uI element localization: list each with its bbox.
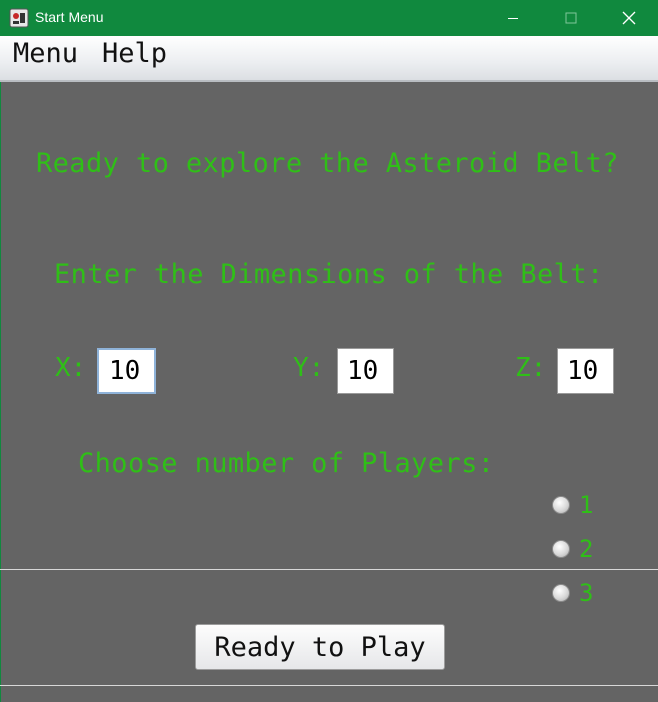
close-button[interactable] <box>600 0 658 36</box>
y-dimension-input[interactable] <box>337 348 394 394</box>
window-title: Start Menu <box>35 9 104 25</box>
y-label: Y: <box>293 353 325 383</box>
player-option-1[interactable]: 1 <box>552 490 593 520</box>
radio-button[interactable] <box>552 540 570 558</box>
menu-bar: Menu Help <box>0 36 658 82</box>
dimensions-prompt: Enter the Dimensions of the Belt: <box>54 259 604 290</box>
radio-label: 2 <box>579 535 594 563</box>
ready-to-play-button[interactable]: Ready to Play <box>195 624 445 670</box>
maximize-icon <box>565 12 577 24</box>
headline: Ready to explore the Asteroid Belt? <box>36 148 619 179</box>
divider <box>0 569 658 570</box>
z-label: Z: <box>515 353 547 383</box>
radio-button[interactable] <box>552 496 570 514</box>
z-dimension-input[interactable] <box>557 348 614 394</box>
radio-button[interactable] <box>552 584 570 602</box>
title-bar: Start Menu <box>0 0 658 36</box>
close-icon <box>622 11 636 25</box>
x-label: X: <box>55 353 87 383</box>
maximize-button[interactable] <box>542 0 600 36</box>
player-option-2[interactable]: 2 <box>552 534 593 564</box>
radio-label: 3 <box>579 579 594 607</box>
player-option-3[interactable]: 3 <box>552 578 593 608</box>
minimize-icon <box>508 18 518 19</box>
menu-menu[interactable]: Menu <box>13 38 78 69</box>
app-icon <box>9 8 29 28</box>
radio-label: 1 <box>579 491 594 519</box>
menu-help[interactable]: Help <box>102 38 167 69</box>
x-dimension-input[interactable] <box>97 348 156 394</box>
divider <box>0 685 658 686</box>
players-prompt: Choose number of Players: <box>78 448 495 479</box>
minimize-button[interactable] <box>484 0 542 36</box>
